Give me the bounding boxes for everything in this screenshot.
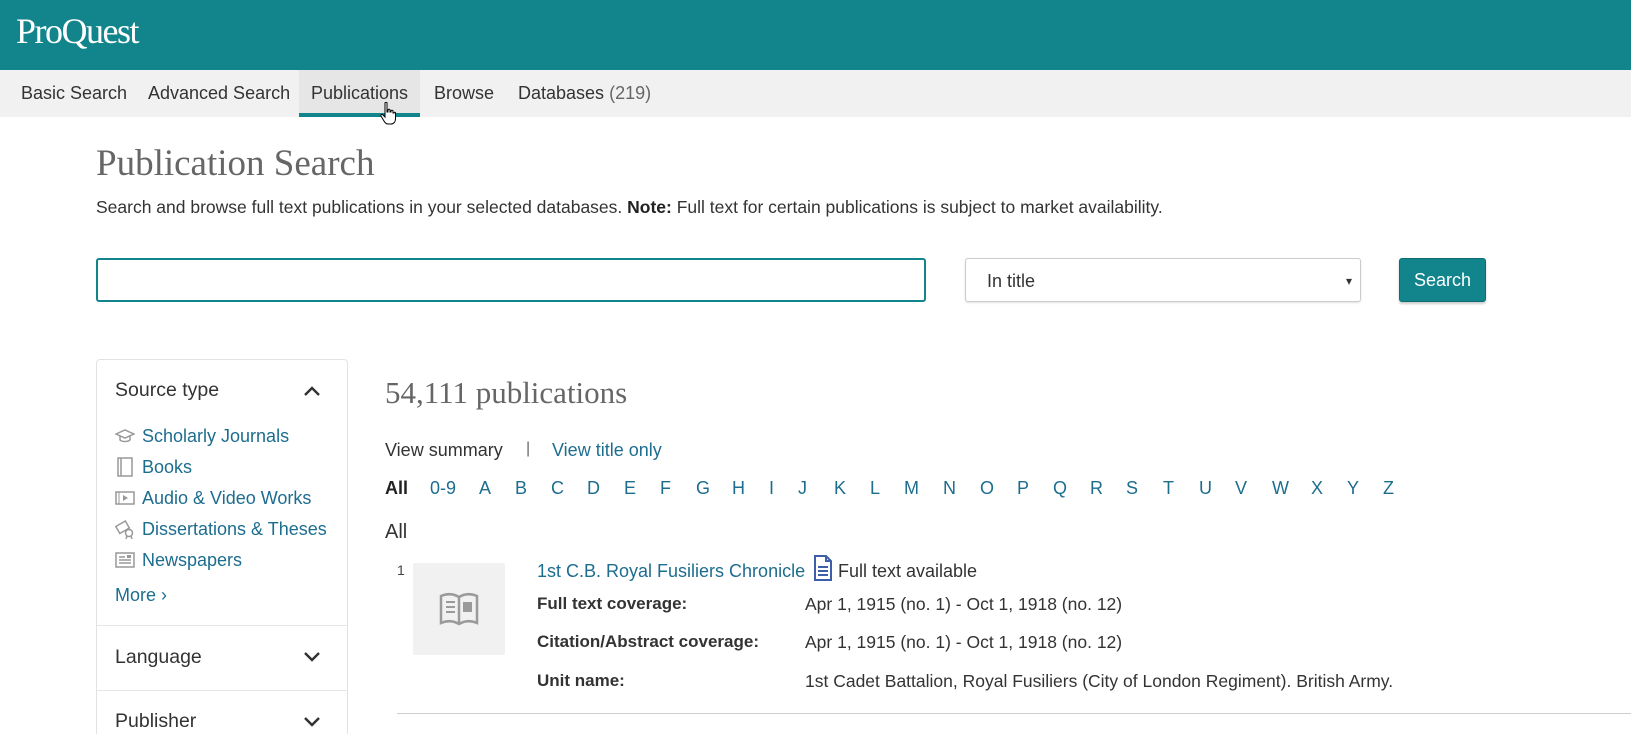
alpha-filter-0-9[interactable]: 0-9 <box>430 478 456 499</box>
note-text: Full text for certain publications is su… <box>671 197 1163 217</box>
alpha-filter-n[interactable]: N <box>943 478 956 499</box>
alpha-filter-a[interactable]: A <box>479 478 491 499</box>
film-icon <box>115 491 135 505</box>
facet-item-label: Books <box>142 457 193 477</box>
book-icon <box>117 457 133 477</box>
alpha-filter-h[interactable]: H <box>732 478 745 499</box>
facet-language-title[interactable]: Language <box>115 646 202 669</box>
search-scope-value: In title <box>987 271 1036 291</box>
facet-item-label: Dissertations & Theses <box>142 519 327 539</box>
facet-divider <box>97 625 347 626</box>
alpha-filter-l[interactable]: L <box>870 478 880 499</box>
alpha-filter-d[interactable]: D <box>587 478 600 499</box>
alpha-filter-y[interactable]: Y <box>1347 478 1359 499</box>
full-text-coverage-value: Apr 1, 1915 (no. 1) - Oct 1, 1918 (no. 1… <box>805 594 1123 614</box>
search-scope-select[interactable]: In title ▾ <box>965 258 1361 302</box>
section-heading: All <box>385 521 408 543</box>
tab-basic-search[interactable]: Basic Search <box>21 70 127 117</box>
alpha-filter-all[interactable]: All <box>385 478 408 499</box>
alpha-filter-k[interactable]: K <box>834 478 846 499</box>
view-summary-option[interactable]: View summary <box>385 440 503 461</box>
alpha-filter-s[interactable]: S <box>1126 478 1138 499</box>
facet-divider <box>97 690 347 691</box>
alpha-filter-j[interactable]: J <box>798 478 807 499</box>
alpha-filter-v[interactable]: V <box>1235 478 1247 499</box>
alpha-filter-g[interactable]: G <box>696 478 710 499</box>
alpha-filter-f[interactable]: F <box>660 478 671 499</box>
tab-advanced-search[interactable]: Advanced Search <box>148 70 290 117</box>
source-type-more-link[interactable]: More › <box>115 585 167 606</box>
dropdown-arrow-icon: ▾ <box>1345 274 1352 288</box>
facet-item-label: Newspapers <box>142 550 243 570</box>
tab-label: Browse <box>434 83 495 103</box>
tab-label: Databases <box>518 83 605 103</box>
page-description: Search and browse full text publications… <box>96 197 1163 218</box>
alpha-filter-x[interactable]: X <box>1311 478 1323 499</box>
alpha-filter-u[interactable]: U <box>1199 478 1212 499</box>
top-header: ProQuest <box>0 0 1631 70</box>
full-text-coverage-label: Full text coverage: <box>537 594 688 613</box>
main-nav: Basic Search Advanced Search Publication… <box>0 70 1631 117</box>
alpha-filter-t[interactable]: T <box>1163 478 1174 499</box>
citation-abstract-coverage-label: Citation/Abstract coverage: <box>537 632 759 651</box>
proquest-logo[interactable]: ProQuest <box>16 10 140 52</box>
chevron-down-icon[interactable] <box>302 650 322 664</box>
publication-thumbnail[interactable] <box>413 563 505 655</box>
chevron-down-icon[interactable] <box>302 715 322 729</box>
filter-sidebar: Source type Scholarly Journals Books Aud… <box>96 359 348 734</box>
alpha-filter-m[interactable]: M <box>904 478 919 499</box>
view-separator: | <box>526 440 531 457</box>
tab-databases[interactable]: Databases (219) <box>518 70 651 117</box>
alpha-filter-z[interactable]: Z <box>1383 478 1394 499</box>
unit-name-label: Unit name: <box>537 671 625 690</box>
tab-browse[interactable]: Browse <box>434 70 494 117</box>
facet-item-label: Scholarly Journals <box>142 426 290 446</box>
citation-abstract-coverage-value: Apr 1, 1915 (no. 1) - Oct 1, 1918 (no. 1… <box>805 632 1123 652</box>
mortarboard-icon <box>115 429 135 443</box>
facet-item-label: Audio & Video Works <box>142 488 312 508</box>
full-text-document-icon[interactable] <box>813 555 833 581</box>
hand-cursor-icon <box>380 102 396 125</box>
description-text: Search and browse full text publications… <box>96 197 628 217</box>
tab-publications[interactable]: Publications <box>299 70 421 117</box>
publication-title-link[interactable]: 1st C.B. Royal Fusiliers Chronicle <box>537 561 805 582</box>
facet-publisher-title[interactable]: Publisher <box>115 710 196 733</box>
page-title: Publication Search <box>96 143 375 184</box>
alpha-filter-b[interactable]: B <box>515 478 527 499</box>
alpha-filter-q[interactable]: Q <box>1053 478 1067 499</box>
search-button[interactable]: Search <box>1399 258 1486 302</box>
unit-name-value: 1st Cadet Battalion, Royal Fusiliers (Ci… <box>805 671 1394 691</box>
view-title-only-link[interactable]: View title only <box>552 440 662 461</box>
diploma-icon <box>115 520 134 539</box>
alpha-filter-i[interactable]: I <box>769 478 774 499</box>
alpha-filter-o[interactable]: O <box>980 478 994 499</box>
publication-search-input[interactable] <box>96 258 926 302</box>
alpha-filter-e[interactable]: E <box>624 478 636 499</box>
newspaper-icon <box>115 552 135 568</box>
result-number: 1 <box>397 562 405 578</box>
databases-count: (219) <box>609 83 652 103</box>
results-count: 54,111 publications <box>385 375 628 410</box>
alpha-filter-w[interactable]: W <box>1272 478 1289 499</box>
note-label: Note: <box>627 197 672 217</box>
full-text-available-label: Full text available <box>838 561 978 581</box>
chevron-up-icon[interactable] <box>302 384 322 398</box>
open-book-icon <box>439 592 479 626</box>
alpha-filter-p[interactable]: P <box>1017 478 1029 499</box>
facet-source-type-title[interactable]: Source type <box>115 379 219 402</box>
tab-label: Publications <box>311 83 409 103</box>
alpha-filter-c[interactable]: C <box>551 478 564 499</box>
alpha-filter-r[interactable]: R <box>1090 478 1103 499</box>
tab-label: Basic Search <box>21 83 128 103</box>
result-divider <box>397 713 1631 714</box>
tab-label: Advanced Search <box>148 83 291 103</box>
